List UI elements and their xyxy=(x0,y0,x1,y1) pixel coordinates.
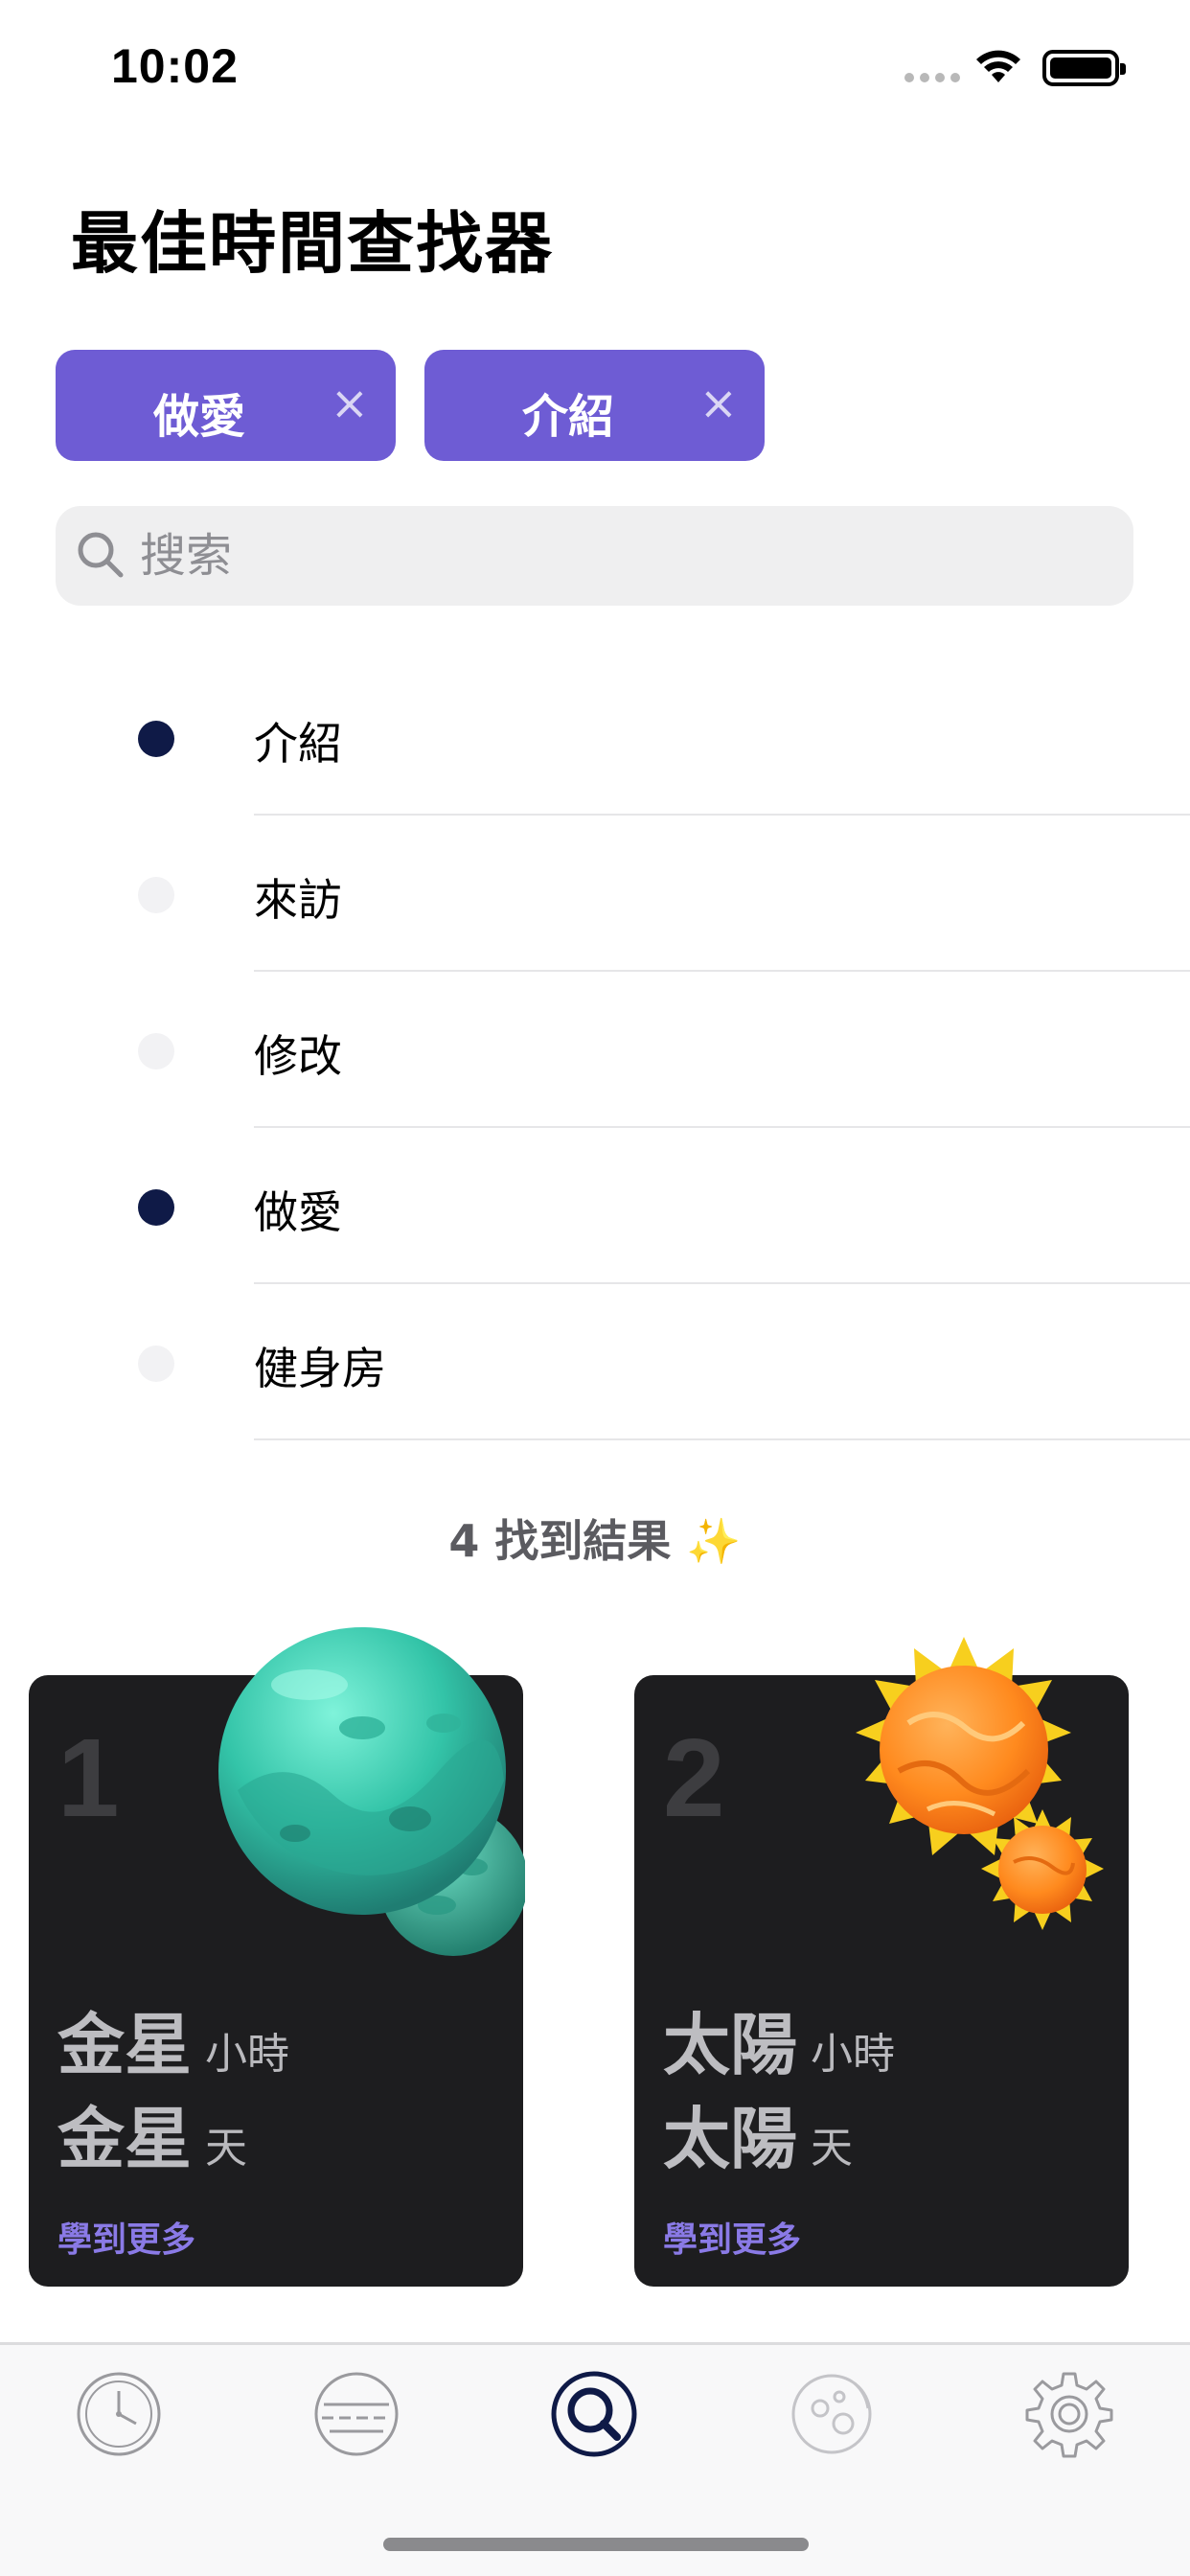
list-item[interactable]: 來訪 xyxy=(0,816,1190,972)
card-rank: 2 xyxy=(663,1715,725,1840)
hour-planet: 金星 xyxy=(57,2006,192,2084)
status-time: 10:02 xyxy=(111,39,239,93)
selection-dot xyxy=(138,1189,174,1226)
wifi-icon xyxy=(976,50,1020,82)
planet-list-icon[interactable] xyxy=(312,2370,400,2458)
list-item[interactable]: 介紹 xyxy=(0,659,1190,816)
results-count: 4 找到結果 ✨ xyxy=(448,1515,742,1567)
day-unit: 天 xyxy=(811,2124,853,2173)
filter-chip-introduction[interactable]: 介紹 × xyxy=(424,350,765,461)
option-label: 做愛 xyxy=(254,1186,342,1238)
status-bar: 10:02 xyxy=(0,0,1190,134)
selection-dot xyxy=(138,877,174,913)
close-icon[interactable]: × xyxy=(699,377,738,430)
gear-icon[interactable] xyxy=(1025,2370,1113,2458)
option-label: 健身房 xyxy=(254,1343,386,1394)
option-label: 來訪 xyxy=(254,874,342,926)
day-line: 太陽天 xyxy=(663,2085,853,2182)
day-line: 金星天 xyxy=(57,2085,247,2182)
search-icon xyxy=(78,532,124,578)
list-item[interactable]: 修改 xyxy=(0,972,1190,1128)
day-unit: 天 xyxy=(205,2124,247,2173)
hour-planet: 太陽 xyxy=(663,2006,797,2084)
clock-icon[interactable] xyxy=(75,2370,163,2458)
venus-planet-icon xyxy=(218,1627,525,1956)
learn-more-link[interactable]: 學到更多 xyxy=(663,2212,801,2262)
day-planet: 金星 xyxy=(57,2100,192,2178)
signal-icon xyxy=(904,73,960,82)
home-indicator xyxy=(383,2538,809,2551)
result-card-2[interactable]: 2 太陽 小時 太陽天 學到更多 xyxy=(634,1637,1129,2287)
card-rank: 1 xyxy=(57,1715,120,1840)
option-label: 修改 xyxy=(254,1030,342,1082)
option-label: 介紹 xyxy=(254,718,342,770)
search-icon[interactable] xyxy=(550,2370,638,2458)
filter-chip-sex[interactable]: 做愛 × xyxy=(56,350,396,461)
hour-line: 太陽 小時 xyxy=(663,1991,895,2088)
selection-dot xyxy=(138,1346,174,1382)
selection-dot xyxy=(138,1033,174,1070)
chip-label: 做愛 xyxy=(152,390,245,444)
hour-unit: 小時 xyxy=(811,2030,895,2079)
day-planet: 太陽 xyxy=(663,2100,797,2178)
battery-icon xyxy=(1042,50,1126,86)
moon-icon[interactable] xyxy=(788,2370,876,2458)
list-item[interactable]: 做愛 xyxy=(0,1128,1190,1284)
divider xyxy=(254,1438,1190,1440)
page-title: 最佳時間查找器 xyxy=(71,204,554,283)
sun-planet-icon xyxy=(856,1637,1104,1930)
option-list: 介紹 來訪 修改 做愛 健身房 xyxy=(0,659,1190,1440)
search-field[interactable] xyxy=(56,506,1133,606)
selection-dot xyxy=(138,721,174,757)
learn-more-link[interactable]: 學到更多 xyxy=(57,2212,195,2262)
chip-label: 介紹 xyxy=(521,390,614,444)
hour-unit: 小時 xyxy=(205,2030,289,2079)
hour-line: 金星 小時 xyxy=(57,1991,289,2088)
search-input[interactable] xyxy=(140,521,1098,590)
close-icon[interactable]: × xyxy=(331,377,369,430)
list-item[interactable]: 健身房 xyxy=(0,1284,1190,1440)
result-card-1[interactable]: 1 金星 小時 金星天 學到更多 xyxy=(29,1627,525,2287)
